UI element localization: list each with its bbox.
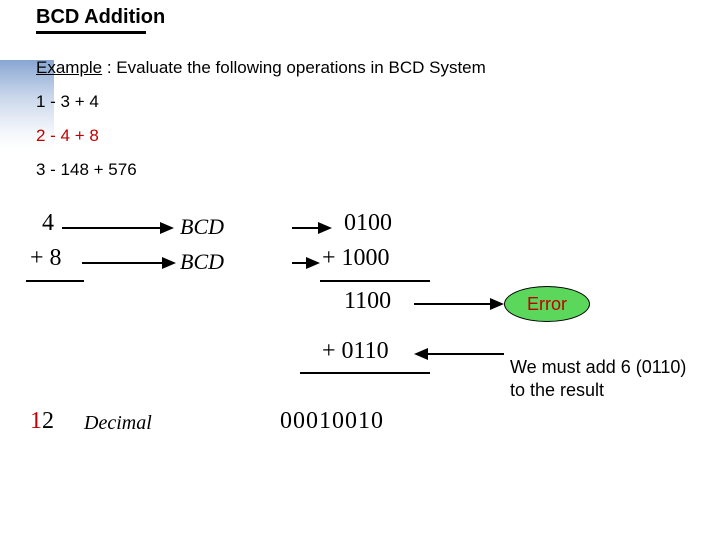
operand-plus-8: + 8 — [30, 245, 62, 272]
rule-left — [26, 280, 84, 282]
example-rest: : Evaluate the following operations in B… — [102, 58, 486, 77]
binary-0100: 0100 — [344, 210, 392, 237]
list-item-1: 1 - 3 + 4 — [36, 92, 99, 112]
arrow-4-to-0100 — [62, 218, 332, 238]
decimal-label: Decimal — [84, 412, 152, 435]
list-item-3: 3 - 148 + 576 — [36, 160, 137, 180]
digit-2: 2 — [42, 408, 54, 434]
operand-4: 4 — [42, 210, 54, 237]
binary-plus-1000: + 1000 — [322, 245, 390, 272]
error-label: Error — [527, 294, 567, 315]
arrow-8-to-1000 — [82, 253, 332, 273]
binary-plus-0110: + 0110 — [322, 338, 389, 365]
list-item-2: 2 - 4 + 8 — [36, 126, 99, 146]
rule-right-2 — [300, 372, 430, 374]
binary-00010010: 00010010 — [280, 408, 384, 435]
title-block: BCD Addition — [36, 6, 165, 34]
arrow-note-to-0110 — [414, 344, 504, 364]
result-12: 12 — [30, 408, 54, 435]
example-line: Example : Evaluate the following operati… — [36, 58, 486, 78]
example-label: Example — [36, 58, 102, 77]
error-badge: Error — [504, 286, 590, 322]
title-underline — [36, 31, 146, 34]
slide-title: BCD Addition — [36, 6, 165, 29]
correction-note: We must add 6 (0110) to the result — [510, 356, 700, 401]
arrow-1100-to-error — [414, 294, 504, 314]
rule-right-1 — [320, 280, 430, 282]
binary-1100: 1100 — [344, 288, 391, 315]
digit-1: 1 — [30, 408, 42, 434]
